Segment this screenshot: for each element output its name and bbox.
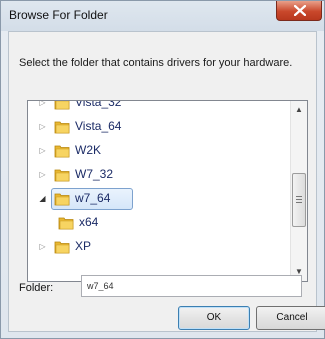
instruction-text: Select the folder that contains drivers … <box>19 57 293 69</box>
tree-item[interactable]: ▷ W7_32 <box>28 163 292 187</box>
close-button[interactable] <box>276 1 322 21</box>
folder-label: Folder: <box>19 282 54 294</box>
dialog-body: Select the folder that contains drivers … <box>8 31 325 332</box>
tree-item[interactable]: ▷ Vista_32 <box>28 100 292 115</box>
chevron-right-icon[interactable]: ▷ <box>38 122 47 131</box>
tree-item[interactable]: ▷ W2K <box>28 139 292 163</box>
ok-button[interactable]: OK <box>178 306 250 330</box>
tree-item[interactable]: ▷ XP <box>28 235 292 259</box>
chevron-right-icon[interactable]: ▷ <box>38 101 47 107</box>
tree-item-label: Vista_64 <box>75 119 122 133</box>
tree-item-label: Vista_32 <box>75 100 122 109</box>
folder-icon <box>54 241 70 254</box>
tree-item-label: x64 <box>79 215 99 229</box>
tree-item-label: XP <box>75 239 92 253</box>
chevron-right-icon[interactable]: ▷ <box>38 146 47 155</box>
triangle-down-icon[interactable]: ◢ <box>38 194 47 203</box>
tree-item-label: W7_32 <box>75 167 114 181</box>
folder-field[interactable] <box>81 275 302 297</box>
close-icon <box>294 5 306 16</box>
folder-icon <box>54 121 70 134</box>
title-bar[interactable]: Browse For Folder <box>1 1 324 31</box>
chevron-right-icon[interactable]: ▷ <box>38 170 47 179</box>
tree-item-label: W2K <box>75 143 102 157</box>
tree-item[interactable]: ▷ Vista_64 <box>28 115 292 139</box>
tree-item[interactable]: ◢ w7_64 <box>28 187 292 211</box>
cancel-button[interactable]: Cancel <box>256 306 325 330</box>
tree-item[interactable]: x64 <box>28 211 292 235</box>
folder-icon <box>54 145 70 158</box>
folder-icon <box>54 169 70 182</box>
tree-scrollbar[interactable]: ▲ ▼ <box>290 101 307 281</box>
browse-for-folder-dialog: Browse For Folder Select the folder that… <box>0 0 325 339</box>
folder-icon <box>54 193 70 206</box>
folder-icon <box>58 217 74 230</box>
folder-icon <box>54 101 70 110</box>
window-title: Browse For Folder <box>9 8 108 22</box>
tree-item-label: w7_64 <box>75 191 111 205</box>
chevron-right-icon[interactable]: ▷ <box>38 242 47 251</box>
scroll-thumb[interactable] <box>292 173 306 227</box>
scroll-up-arrow-icon[interactable]: ▲ <box>291 101 307 118</box>
folder-tree[interactable]: ▷ Vista_32 ▷ Vista_64 ▷ W2K ▷ W7_32 ◢ w7_64 x64 ▷ XP… <box>27 100 308 282</box>
